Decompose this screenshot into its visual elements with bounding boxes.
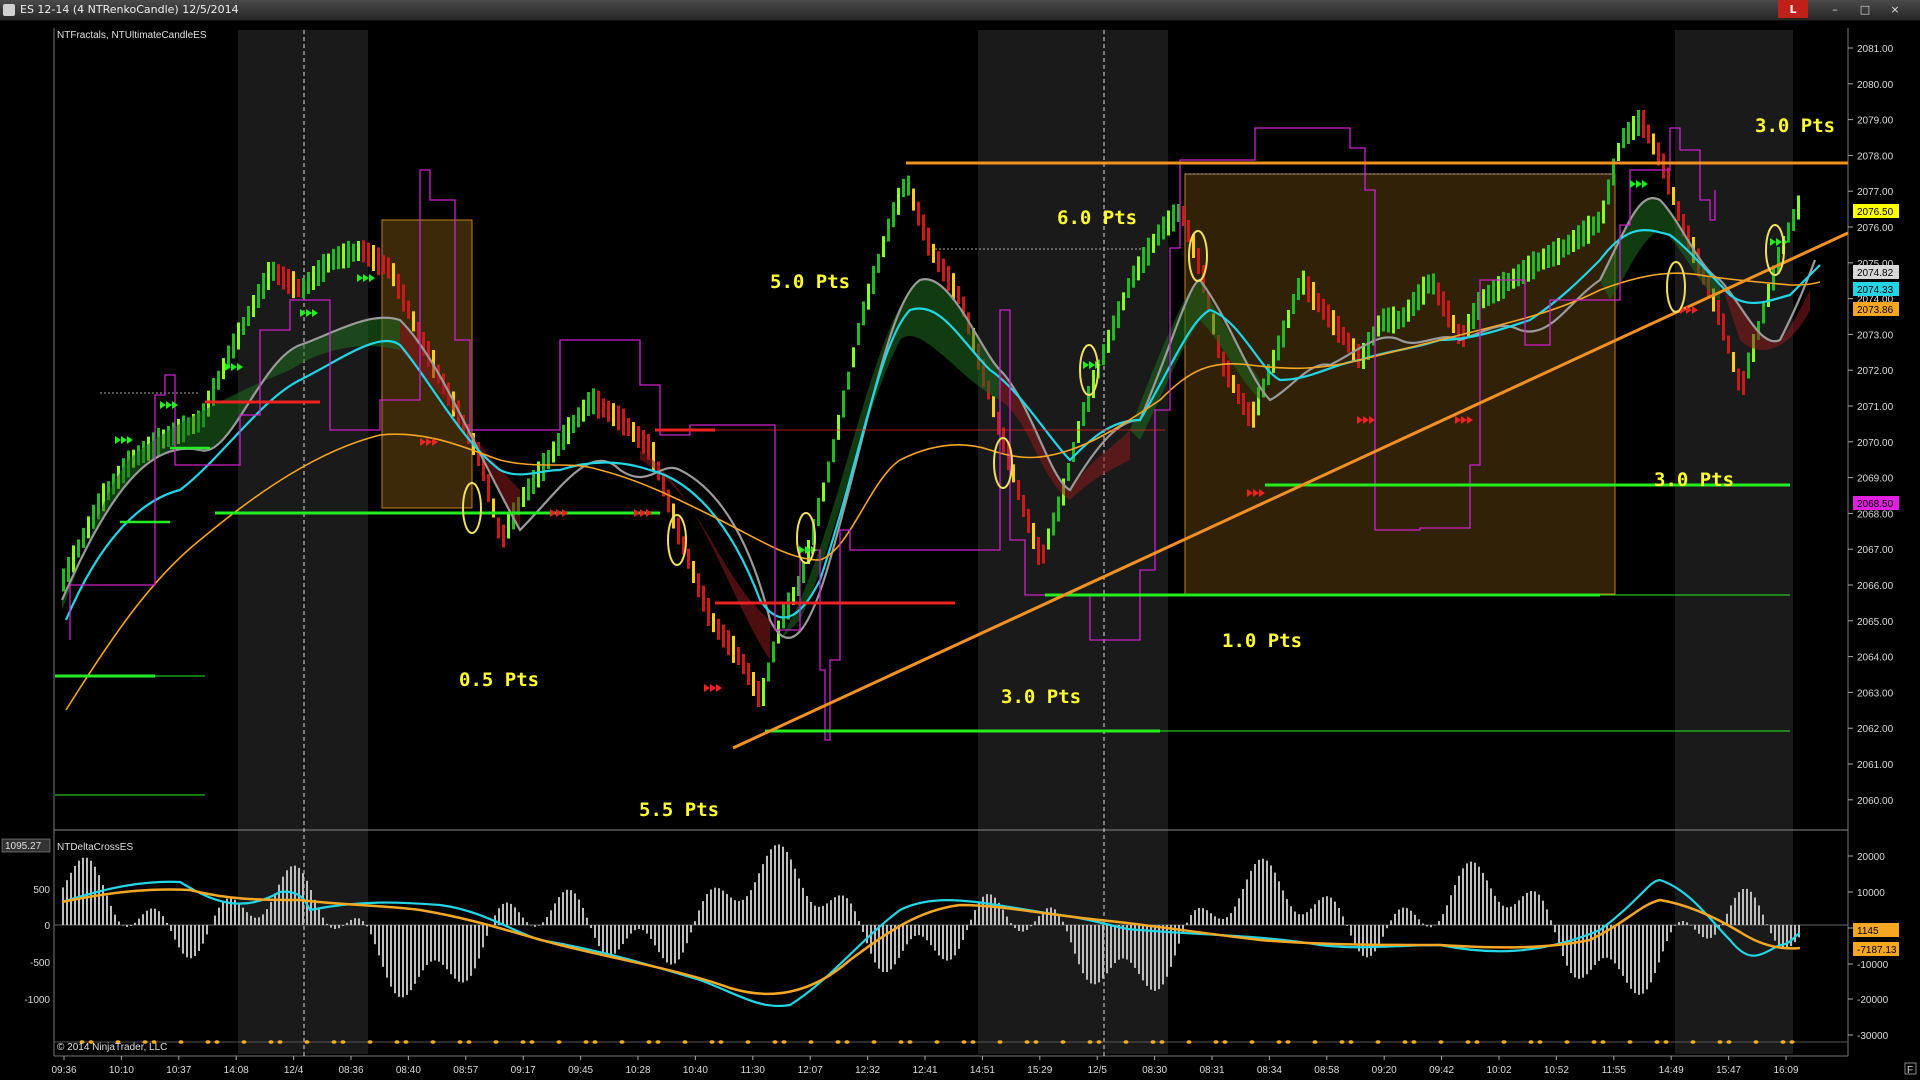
maximize-button[interactable]: □	[1850, 0, 1880, 18]
left-value-tag-text: 1095.27	[5, 841, 42, 852]
pts-label: 5.0 Pts	[770, 271, 850, 293]
time-tick: 08:57	[453, 1065, 478, 1076]
delta-left-tick: -1000	[24, 995, 50, 1006]
time-tick: 14:08	[224, 1065, 249, 1076]
delta-right-tick: -10000	[1857, 960, 1889, 971]
price-tick: 2078.00	[1857, 151, 1894, 162]
time-tick: 09:45	[568, 1065, 593, 1076]
price-tick: 2070.00	[1857, 438, 1894, 449]
price-tick: 2081.00	[1857, 44, 1894, 55]
link-button[interactable]: L	[1778, 0, 1808, 18]
price-tag-text: 2074.33	[1857, 285, 1894, 296]
time-tick: 08:40	[396, 1065, 421, 1076]
time-tick: 08:31	[1199, 1065, 1224, 1076]
pts-label: 5.5 Pts	[639, 799, 719, 821]
price-tick: 2069.00	[1857, 474, 1894, 485]
time-tick: 10:02	[1486, 1065, 1511, 1076]
pts-label: 1.0 Pts	[1222, 630, 1302, 652]
delta-left-tick: 500	[33, 885, 50, 896]
delta-tag-text: 1145	[1857, 926, 1879, 937]
time-tick: 14:49	[1659, 1065, 1684, 1076]
time-tick: 12/5	[1087, 1065, 1107, 1076]
time-tick: 09:36	[51, 1065, 76, 1076]
delta-tag-text: -7187.13	[1857, 945, 1897, 956]
time-tick: 10:37	[166, 1065, 191, 1076]
time-tick: 08:34	[1257, 1065, 1282, 1076]
time-tick: 09:20	[1372, 1065, 1397, 1076]
delta-right-tick: 10000	[1857, 888, 1885, 899]
minimize-button[interactable]: –	[1820, 0, 1850, 18]
price-tag-text: 2073.86	[1857, 305, 1894, 316]
delta-right-tick: -30000	[1857, 1031, 1889, 1042]
delta-right-tick: 20000	[1857, 852, 1885, 863]
price-tag-text: 2074.82	[1857, 268, 1894, 279]
price-tick: 2067.00	[1857, 545, 1894, 556]
copyright-text: © 2014 NinjaTrader, LLC	[57, 1042, 167, 1053]
price-tick: 2072.00	[1857, 366, 1894, 377]
time-tick: 08:58	[1314, 1065, 1339, 1076]
time-tick: 10:52	[1544, 1065, 1569, 1076]
time-tick: 12/4	[284, 1065, 304, 1076]
time-tick: 15:47	[1716, 1065, 1741, 1076]
time-tick: 11:30	[741, 1065, 766, 1076]
price-tick: 2073.00	[1857, 330, 1894, 341]
time-tick: 12:07	[798, 1065, 823, 1076]
pts-label: 6.0 Pts	[1057, 207, 1137, 229]
pts-label: 0.5 Pts	[459, 669, 539, 691]
time-tick: 08:36	[338, 1065, 363, 1076]
close-button[interactable]: ×	[1880, 0, 1910, 18]
time-tick: 10:40	[683, 1065, 708, 1076]
price-indicator-label: NTFractals, NTUltimateCandleES	[57, 30, 207, 41]
price-tick: 2063.00	[1857, 688, 1894, 699]
price-tag-text: 2068.50	[1857, 499, 1894, 510]
time-tick: 12:32	[855, 1065, 880, 1076]
price-tick: 2080.00	[1857, 80, 1894, 91]
delta-left-tick: -500	[30, 958, 50, 969]
delta-indicator-label: NTDeltaCrossES	[57, 842, 133, 853]
pts-label: 3.0 Pts	[1001, 686, 1081, 708]
price-tags: 2076.50 2074.82 2074.33 2073.86 2068.50	[1853, 204, 1899, 510]
delta-left-tick: 0	[44, 921, 50, 932]
corner-label: F	[1907, 1065, 1913, 1076]
price-tick: 2065.00	[1857, 617, 1894, 628]
session-shade	[978, 30, 1168, 1054]
price-tick: 2064.00	[1857, 653, 1894, 664]
chart-canvas[interactable]: 3.0 Pts 6.0 Pts 5.0 Pts 0.5 Pts 5.5 Pts …	[0, 20, 1920, 1080]
time-tick: 10:28	[625, 1065, 650, 1076]
chart-area[interactable]: 3.0 Pts 6.0 Pts 5.0 Pts 0.5 Pts 5.5 Pts …	[0, 20, 1920, 1080]
window-titlebar[interactable]: ES 12-14 (4 NTRenkoCandle) 12/5/2014 L –…	[0, 0, 1920, 21]
price-tick: 2062.00	[1857, 724, 1894, 735]
pts-label: 3.0 Pts	[1654, 469, 1734, 491]
window-title: ES 12-14 (4 NTRenkoCandle) 12/5/2014	[20, 3, 239, 16]
price-tick: 2068.00	[1857, 509, 1894, 520]
price-tick: 2076.00	[1857, 223, 1894, 234]
price-tick: 2071.00	[1857, 402, 1894, 413]
time-tick: 11:55	[1602, 1065, 1627, 1076]
price-tick: 2077.00	[1857, 187, 1894, 198]
time-tick: 10:10	[109, 1065, 134, 1076]
price-axis: 2081.00 2080.00 2079.00 2078.00 2077.00 2076.…	[1848, 44, 1894, 807]
price-tick: 2060.00	[1857, 796, 1894, 807]
time-tick: 12:41	[912, 1065, 937, 1076]
time-tick: 09:17	[511, 1065, 536, 1076]
time-tick: 09:42	[1429, 1065, 1454, 1076]
delta-right-tick: -20000	[1857, 995, 1889, 1006]
time-tick: 16:09	[1773, 1065, 1798, 1076]
ribbon-fill	[640, 450, 770, 660]
time-tick: 08:30	[1142, 1065, 1167, 1076]
app-icon	[3, 4, 15, 16]
time-tick: 14:51	[970, 1065, 995, 1076]
price-tick: 2066.00	[1857, 581, 1894, 592]
price-tick: 2079.00	[1857, 116, 1894, 127]
time-tick: 15:29	[1027, 1065, 1052, 1076]
ribbon-fill	[780, 279, 1000, 640]
pts-label: 3.0 Pts	[1755, 115, 1835, 137]
price-tag-text: 2076.50	[1857, 207, 1894, 218]
price-tick: 2061.00	[1857, 760, 1894, 771]
time-axis: 09:36 10:10 10:37 14:08 12/4 08:36 08:40 08:57 0…	[51, 1056, 1799, 1076]
